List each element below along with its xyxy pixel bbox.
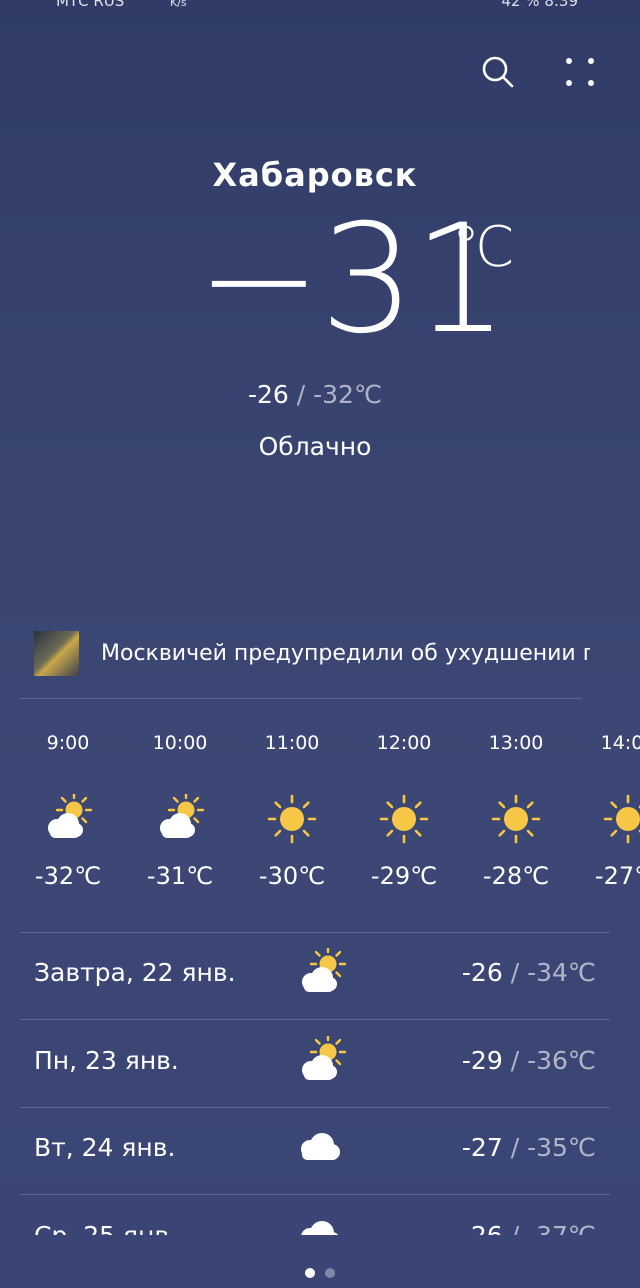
hour-icon	[488, 794, 544, 844]
grid-dots-icon	[566, 58, 594, 86]
day-temps: -27 / -35℃	[462, 1133, 596, 1162]
partly-cloudy-icon	[160, 791, 205, 838]
hour-temp: -30℃	[258, 862, 326, 890]
page-dot-active[interactable]	[305, 1268, 315, 1278]
bottom-area	[0, 1235, 640, 1288]
sun-icon	[491, 794, 541, 844]
hour-icon	[600, 794, 640, 844]
daily-row[interactable]: Вт, 24 янв. -27 / -35℃	[20, 1107, 610, 1194]
temperature-range: -26 / -32℃	[0, 380, 630, 409]
day-icon	[294, 945, 347, 994]
day-icon	[294, 1033, 347, 1082]
clock: 8:39	[544, 0, 578, 10]
day-icon	[294, 1123, 346, 1169]
hour-icon	[40, 791, 96, 844]
day-temps: -26 / -34℃	[462, 958, 596, 987]
hourly-forecast[interactable]: 9:00 -32℃ 10:00 -31℃ 11:00 -30℃ 12:00 -2…	[0, 720, 640, 920]
cloud-icon	[301, 1133, 340, 1160]
day-label: Пн, 23 янв.	[34, 1045, 179, 1075]
day-separator: /	[502, 1133, 528, 1162]
range-low: -32℃	[313, 380, 383, 409]
sun-icon	[379, 794, 429, 844]
hour-icon	[376, 794, 432, 844]
day-separator: /	[502, 1045, 528, 1075]
hour-temp: -28℃	[482, 862, 550, 890]
day-low: -36℃	[527, 1045, 596, 1075]
hour-icon	[264, 794, 320, 844]
partly-cloudy-icon	[48, 791, 93, 838]
partly-cloudy-icon	[302, 945, 347, 992]
partly-cloudy-icon	[302, 1033, 347, 1080]
menu-button[interactable]	[560, 52, 600, 92]
current-temperature: −31 ℃	[0, 200, 640, 360]
range-separator: /	[288, 380, 314, 409]
weather-condition: Облачно	[258, 432, 372, 461]
carrier-label: МТС RUS	[56, 0, 125, 10]
hour-time: 11:00	[264, 732, 320, 754]
page-indicator	[0, 1268, 640, 1278]
top-actions	[478, 52, 600, 92]
hourly-item: 11:00 -30℃	[236, 720, 348, 890]
daily-row[interactable]: Завтра, 22 янв. -26 / -34℃	[20, 932, 610, 1019]
hour-time: 12:00	[376, 732, 432, 754]
range-high: -26	[247, 380, 289, 409]
hour-time: 9:00	[46, 732, 90, 754]
status-right: 42 % 8:39	[501, 0, 578, 10]
page-dot[interactable]	[325, 1268, 335, 1278]
hourly-item: 12:00 -29℃	[348, 720, 460, 890]
day-high: -27	[461, 1133, 503, 1162]
hourly-item: 13:00 -28℃	[460, 720, 572, 890]
hourly-item: 9:00 -32℃	[12, 720, 124, 890]
hour-time: 14:00	[600, 732, 640, 754]
news-item[interactable]: Москвичей предупредили об ухудшении пого…	[34, 630, 590, 676]
status-bar: МТС RUS K/s 42 % 8:39	[0, 0, 640, 12]
news-thumbnail	[34, 630, 79, 676]
hourly-item: 14:00 -27℃	[572, 720, 640, 890]
day-temps: -29 / -36℃	[462, 1046, 596, 1075]
day-high: -29	[461, 1045, 503, 1075]
sun-icon	[603, 794, 640, 844]
search-icon	[482, 56, 514, 88]
day-high: -26	[461, 958, 503, 987]
battery-label: 42 %	[501, 0, 540, 10]
day-separator: /	[502, 958, 528, 987]
temperature-unit: ℃	[452, 215, 515, 280]
daily-row[interactable]: Пн, 23 янв. -29 / -36℃	[20, 1020, 610, 1107]
sun-icon	[267, 794, 317, 844]
search-button[interactable]	[478, 52, 518, 92]
day-label: Завтра, 22 янв.	[34, 958, 236, 987]
hourly-item: 10:00 -31℃	[124, 720, 236, 890]
divider	[20, 698, 582, 699]
city-name: Хабаровск	[212, 156, 418, 194]
hour-icon	[152, 791, 208, 844]
hour-temp: -32℃	[34, 862, 102, 890]
hour-time: 13:00	[488, 732, 544, 754]
hour-temp: -29℃	[370, 862, 438, 890]
day-low: -34℃	[527, 958, 596, 987]
day-low: -35℃	[527, 1133, 596, 1162]
news-headline: Москвичей предупредили об ухудшении пого…	[101, 640, 590, 666]
day-label: Вт, 24 янв.	[34, 1133, 176, 1162]
hour-temp: -31℃	[146, 862, 214, 890]
network-speed-unit: K/s	[170, 0, 187, 9]
hour-time: 10:00	[152, 732, 208, 754]
hour-temp: -27℃	[594, 862, 640, 890]
